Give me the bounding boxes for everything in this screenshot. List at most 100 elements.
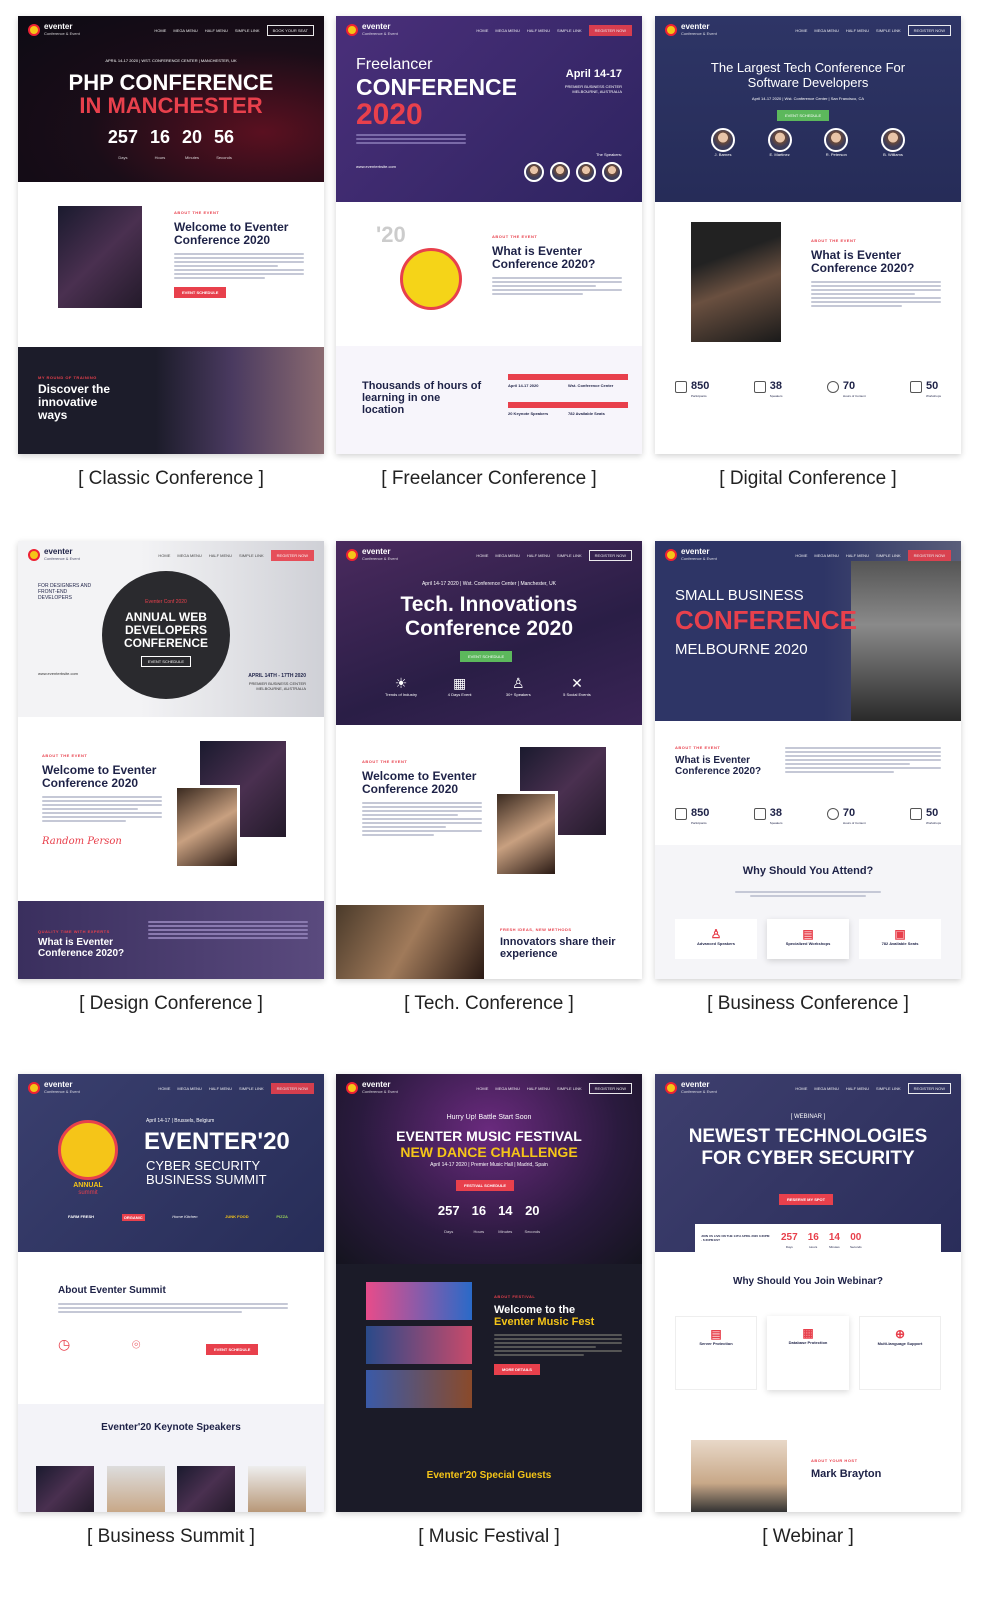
sponsor-logo[interactable]: Home Kitchen: [172, 1214, 197, 1221]
sponsor-logo[interactable]: JUNK FOOD: [225, 1214, 249, 1221]
clock-icon: [826, 808, 839, 820]
feature-tile[interactable]: ▣ 782 Available Seats: [859, 919, 941, 959]
demo-freelancer-conference[interactable]: eventer Conference & Event HOME MEGA MENU H…: [336, 16, 642, 454]
register-button[interactable]: REGISTER NOW: [907, 24, 951, 36]
hero: eventer Conference & Event HOME MEGA MENU H…: [655, 16, 961, 202]
feature-tile[interactable]: ♙ Advanced Speakers: [675, 919, 757, 959]
logo-icon: [665, 24, 677, 36]
feature-tile[interactable]: ⊕ Multi-language Support: [859, 1316, 941, 1390]
logo[interactable]: eventer Conference & Event: [28, 1081, 80, 1095]
logo[interactable]: eventer Conference & Event: [28, 23, 80, 37]
event-photo-2: [494, 791, 558, 877]
caption-business[interactable]: [ Business Conference ]: [655, 993, 961, 1015]
feature-tile[interactable]: ▦ Database Protection: [767, 1316, 849, 1390]
register-button[interactable]: REGISTER NOW: [588, 549, 632, 561]
summit-badge: [58, 1120, 118, 1180]
register-button[interactable]: REGISTER NOW: [270, 1082, 314, 1094]
logo[interactable]: eventer Conference & Event: [346, 548, 398, 562]
demo-business-conference[interactable]: eventer Conference & Event HOME MEGA MENU H…: [655, 541, 961, 979]
speaker-avatar[interactable]: [767, 128, 792, 152]
section-title: What is Eventer Conference 2020?: [811, 248, 915, 275]
speaker-avatar[interactable]: [524, 162, 544, 182]
demo-webinar[interactable]: eventer Conference & Event HOME MEGA MENU H…: [655, 1074, 961, 1512]
caption-tech[interactable]: [ Tech. Conference ]: [336, 993, 642, 1015]
demo-digital-conference[interactable]: eventer Conference & Event HOME MEGA MENU H…: [655, 16, 961, 454]
more-details-button[interactable]: MORE DETAILS: [494, 1364, 540, 1375]
hero-title: The Largest Tech Conference For Software…: [710, 60, 906, 90]
reserve-spot-button[interactable]: RESERVE MY SPOT: [779, 1194, 834, 1205]
caption-webinar[interactable]: [ Webinar ]: [655, 1526, 961, 1548]
event-schedule-button[interactable]: EVENT SCHEDULE: [460, 651, 513, 662]
logo[interactable]: eventer Conference & Event: [28, 548, 80, 562]
host-photo: [691, 1440, 787, 1512]
speaker-avatar[interactable]: [550, 162, 570, 182]
speaker-photo[interactable]: [247, 1466, 306, 1512]
signature: Random Person: [42, 836, 122, 847]
demo-design-conference[interactable]: eventer Conference & Event HOME MEGA MENU H…: [18, 541, 324, 979]
logo[interactable]: eventer Conference & Event: [346, 1081, 398, 1095]
social-icon: ✕: [571, 675, 583, 691]
demo-classic-conference[interactable]: eventer Conference & Event HOME MEGA MENU H…: [18, 16, 324, 454]
event-schedule-button[interactable]: EVENT SCHEDULE: [206, 1344, 259, 1355]
speaker-photo[interactable]: [36, 1466, 94, 1512]
feature-tile[interactable]: ▤ Specialized Workshops: [767, 919, 849, 959]
speaker-avatar[interactable]: [824, 128, 849, 152]
menu-simple[interactable]: SIMPLE LINK: [235, 28, 260, 33]
event-schedule-button[interactable]: EVENT SCHEDULE: [777, 110, 830, 121]
sponsor-logo[interactable]: PIZZA: [276, 1214, 288, 1221]
event-schedule-button[interactable]: EVENT SCHEDULE: [140, 656, 192, 667]
festival-schedule-button[interactable]: FESTIVAL SCHEDULE: [456, 1180, 515, 1191]
why-section: Why Should You Attend? ♙ Advanced Speaker…: [655, 845, 961, 979]
register-button[interactable]: REGISTER NOW: [588, 24, 632, 36]
caption-music[interactable]: [ Music Festival ]: [336, 1526, 642, 1548]
demo-music-festival[interactable]: eventer Conference & Event HOME MEGA MENU H…: [336, 1074, 642, 1512]
nav-bar: eventer Conference & Event HOME MEGA MENU H…: [336, 16, 642, 44]
menu-mega[interactable]: MEGA MENU: [173, 28, 197, 33]
menu-home[interactable]: HOME: [154, 28, 166, 33]
sponsor-logo[interactable]: ORGANIC: [121, 1214, 145, 1221]
paragraph: [174, 253, 304, 279]
speaker-photo[interactable]: [177, 1466, 236, 1512]
logo[interactable]: eventer Conference & Event: [665, 1081, 717, 1095]
workshop-icon: ▤: [802, 927, 814, 941]
caption-classic[interactable]: [ Classic Conference ]: [18, 468, 324, 490]
speaker-photo[interactable]: [106, 1466, 165, 1512]
speaker-avatar[interactable]: [576, 162, 596, 182]
caption-freelancer[interactable]: [ Freelancer Conference ]: [336, 468, 642, 490]
host-name: Mark Brayton: [811, 1468, 882, 1480]
caption-design[interactable]: [ Design Conference ]: [18, 993, 324, 1015]
section-title: Why Should You Join Webinar?: [733, 1276, 883, 1287]
register-button[interactable]: REGISTER NOW: [907, 1082, 951, 1094]
section-title: What is Eventer Conference 2020?: [675, 755, 762, 777]
speaker-avatar[interactable]: [711, 128, 735, 152]
nav-bar: eventer Conference & Event HOME MEGA MENU H…: [655, 16, 961, 44]
book-seat-button[interactable]: BOOK YOUR SEAT: [266, 24, 314, 36]
demo-business-summit[interactable]: eventer Conference & Event HOME MEGA MENU H…: [18, 1074, 324, 1512]
feature-tile[interactable]: ▤ Server Protection: [675, 1316, 757, 1390]
bulb-icon: ☀: [394, 675, 408, 691]
demo-tech-conference[interactable]: eventer Conference & Event HOME MEGA MENU H…: [336, 541, 642, 979]
globe-icon: ⊕: [894, 1327, 906, 1341]
speaker-avatar[interactable]: [880, 128, 905, 152]
logo[interactable]: eventer Conference & Event: [665, 548, 717, 562]
seat-icon: ▣: [894, 927, 906, 941]
nav-bar: eventer Conference & Event HOME MEGA MENU H…: [655, 541, 961, 569]
speakers-icon: [753, 381, 766, 393]
register-button[interactable]: REGISTER NOW: [270, 549, 314, 561]
sponsor-logo[interactable]: FARM FRESH: [68, 1214, 94, 1221]
hero: eventer Conference & Event HOME MEGA MENU H…: [336, 16, 642, 202]
event-schedule-button[interactable]: EVENT SCHEDULE: [174, 287, 227, 298]
section-title: About Eventer Summit: [58, 1285, 166, 1296]
caption-summit[interactable]: [ Business Summit ]: [18, 1526, 324, 1548]
register-button[interactable]: REGISTER NOW: [588, 1082, 632, 1094]
bottom-band: MY ROUND OF TRAINING Discover the innova…: [18, 347, 324, 454]
logo[interactable]: eventer Conference & Event: [665, 23, 717, 37]
register-button[interactable]: REGISTER NOW: [907, 549, 951, 561]
logo[interactable]: eventer Conference & Event: [346, 23, 398, 37]
menu-half[interactable]: HALF MENU: [205, 28, 228, 33]
server-icon: ▤: [710, 1327, 722, 1341]
festival-photos: [366, 1282, 476, 1410]
megaphone-icon: [400, 248, 462, 310]
speaker-avatar[interactable]: [602, 162, 622, 182]
caption-digital[interactable]: [ Digital Conference ]: [655, 468, 961, 490]
